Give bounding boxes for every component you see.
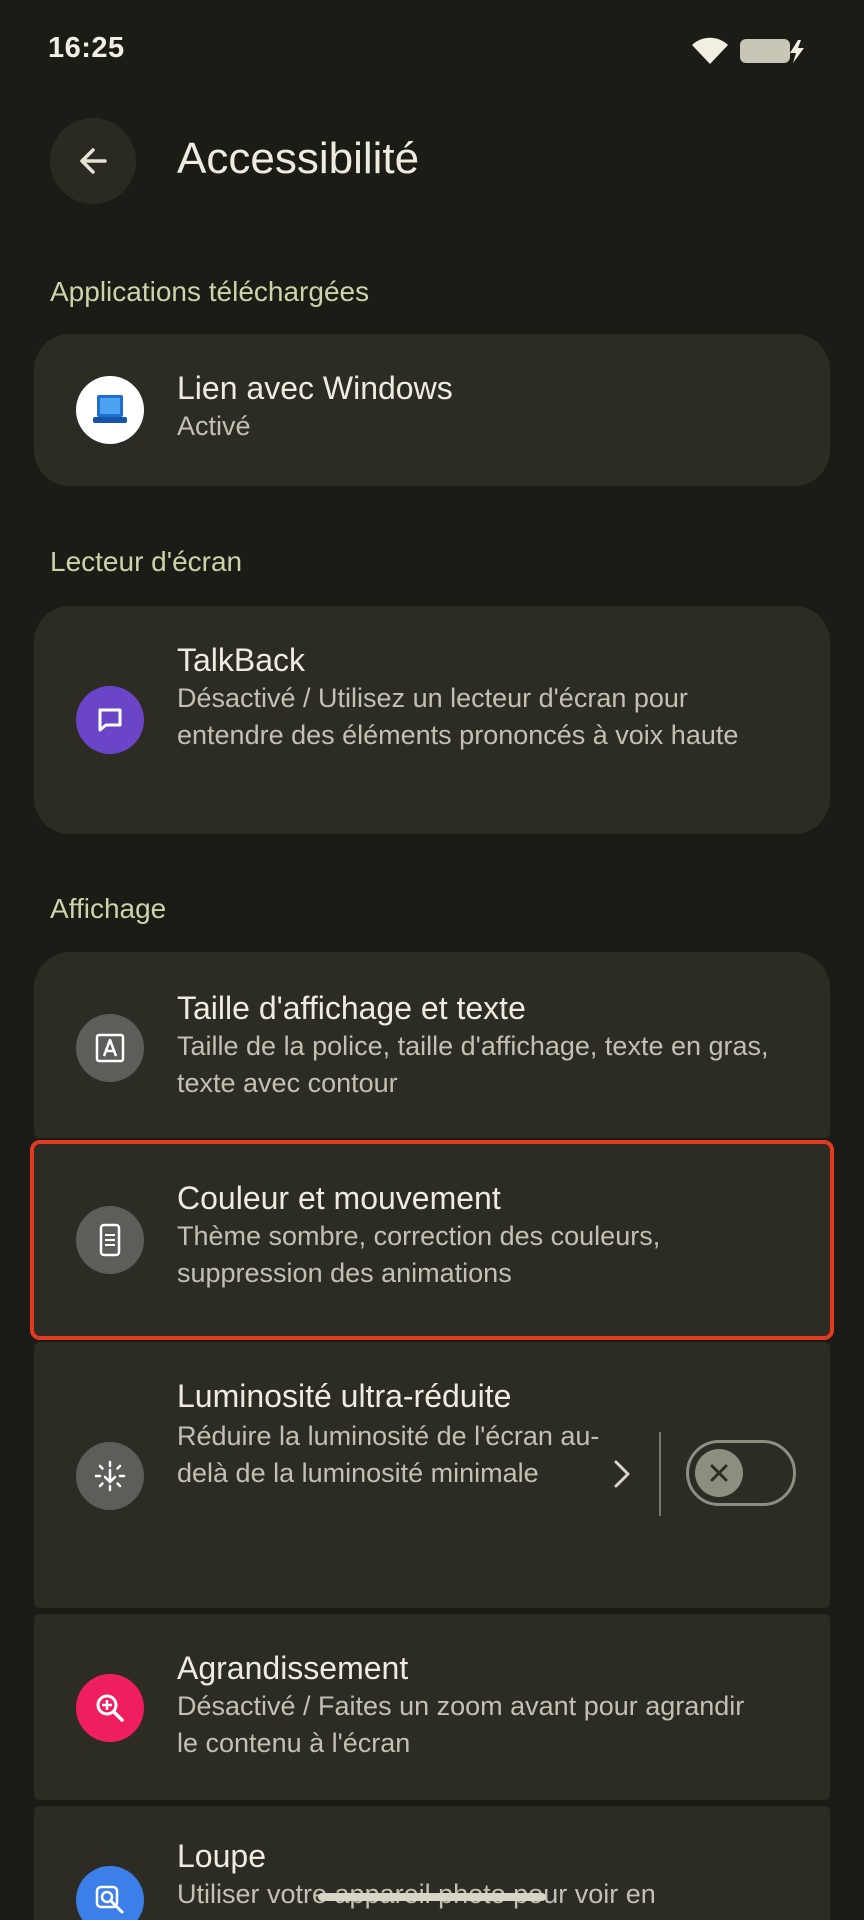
speech-bubble-icon [76, 686, 144, 754]
list-item-text: Loupe Utiliser votre appareil photo pour… [177, 1836, 770, 1913]
home-indicator[interactable] [318, 1893, 546, 1901]
list-item-subtitle: Désactivé / Utilisez un lecteur d'écran … [177, 683, 739, 750]
section-header-display: Affichage [50, 893, 167, 924]
list-item-title: Agrandissement [177, 1650, 409, 1686]
magnifier-icon [76, 1866, 144, 1920]
extra-dim-toggle[interactable] [686, 1440, 796, 1506]
letter-a-icon [76, 1014, 144, 1082]
list-item-text: Couleur et mouvement Thème sombre, corre… [177, 1178, 770, 1292]
dim-brightness-icon [76, 1442, 144, 1510]
wifi-icon [692, 37, 728, 64]
list-item-display-size-text[interactable]: Taille d'affichage et texte Taille de la… [34, 952, 830, 1138]
list-item-title: Taille d'affichage et texte [177, 990, 526, 1026]
list-item-title: Loupe [177, 1838, 266, 1874]
vertical-divider [659, 1432, 661, 1516]
toggle-knob [695, 1449, 743, 1497]
list-item-color-motion[interactable]: Couleur et mouvement Thème sombre, corre… [30, 1140, 834, 1340]
list-item-title: TalkBack [177, 642, 306, 678]
phone-icon [76, 1206, 144, 1274]
page-title: Accessibilité [177, 134, 420, 183]
chevron-right-icon[interactable] [610, 1456, 634, 1492]
list-item-title: Couleur et mouvement [177, 1180, 501, 1216]
screen: 16:25 Accessibilité Applications télécha… [0, 0, 864, 1920]
phone-link-app-icon [76, 376, 144, 444]
zoom-in-icon [76, 1674, 144, 1742]
close-icon [710, 1464, 728, 1482]
list-item-subtitle: Thème sombre, correction des couleurs, s… [177, 1221, 661, 1288]
list-item-title: Luminosité ultra-réduite [177, 1378, 512, 1414]
status-time: 16:25 [48, 32, 125, 64]
list-item-subtitle: Réduire la luminosité de l'écran au-delà… [177, 1421, 600, 1488]
arrow-left-icon [80, 148, 107, 174]
list-item-text: TalkBack Désactivé / Utilisez un lecteur… [177, 640, 770, 754]
list-item-text: Agrandissement Désactivé / Faites un zoo… [177, 1648, 770, 1762]
status-bar: 16:25 [0, 0, 864, 100]
back-button[interactable] [50, 118, 136, 204]
list-item-subtitle: Désactivé / Faites un zoom avant pour ag… [177, 1691, 745, 1758]
list-item-text: Lien avec Windows Activé [177, 368, 770, 445]
list-item-text: Luminosité ultra-réduite Réduire la lumi… [177, 1376, 600, 1492]
list-item-extra-dim[interactable]: Luminosité ultra-réduite Réduire la lumi… [34, 1342, 830, 1608]
list-item-text: Taille d'affichage et texte Taille de la… [177, 988, 770, 1102]
list-item-subtitle: Activé [177, 411, 251, 441]
list-item-phone-link[interactable]: Lien avec Windows Activé [34, 334, 830, 486]
list-item-magnification[interactable]: Agrandissement Désactivé / Faites un zoo… [34, 1614, 830, 1800]
list-item-magnifier[interactable]: Loupe Utiliser votre appareil photo pour… [34, 1806, 830, 1920]
section-header-screen-reader: Lecteur d'écran [50, 546, 243, 577]
list-item-subtitle: Taille de la police, taille d'affichage,… [177, 1031, 769, 1098]
list-item-title: Lien avec Windows [177, 370, 453, 406]
section-header-downloaded-apps: Applications téléchargées [50, 276, 370, 307]
list-item-talkback[interactable]: TalkBack Désactivé / Utilisez un lecteur… [34, 606, 830, 834]
battery-charging-icon [740, 39, 804, 63]
